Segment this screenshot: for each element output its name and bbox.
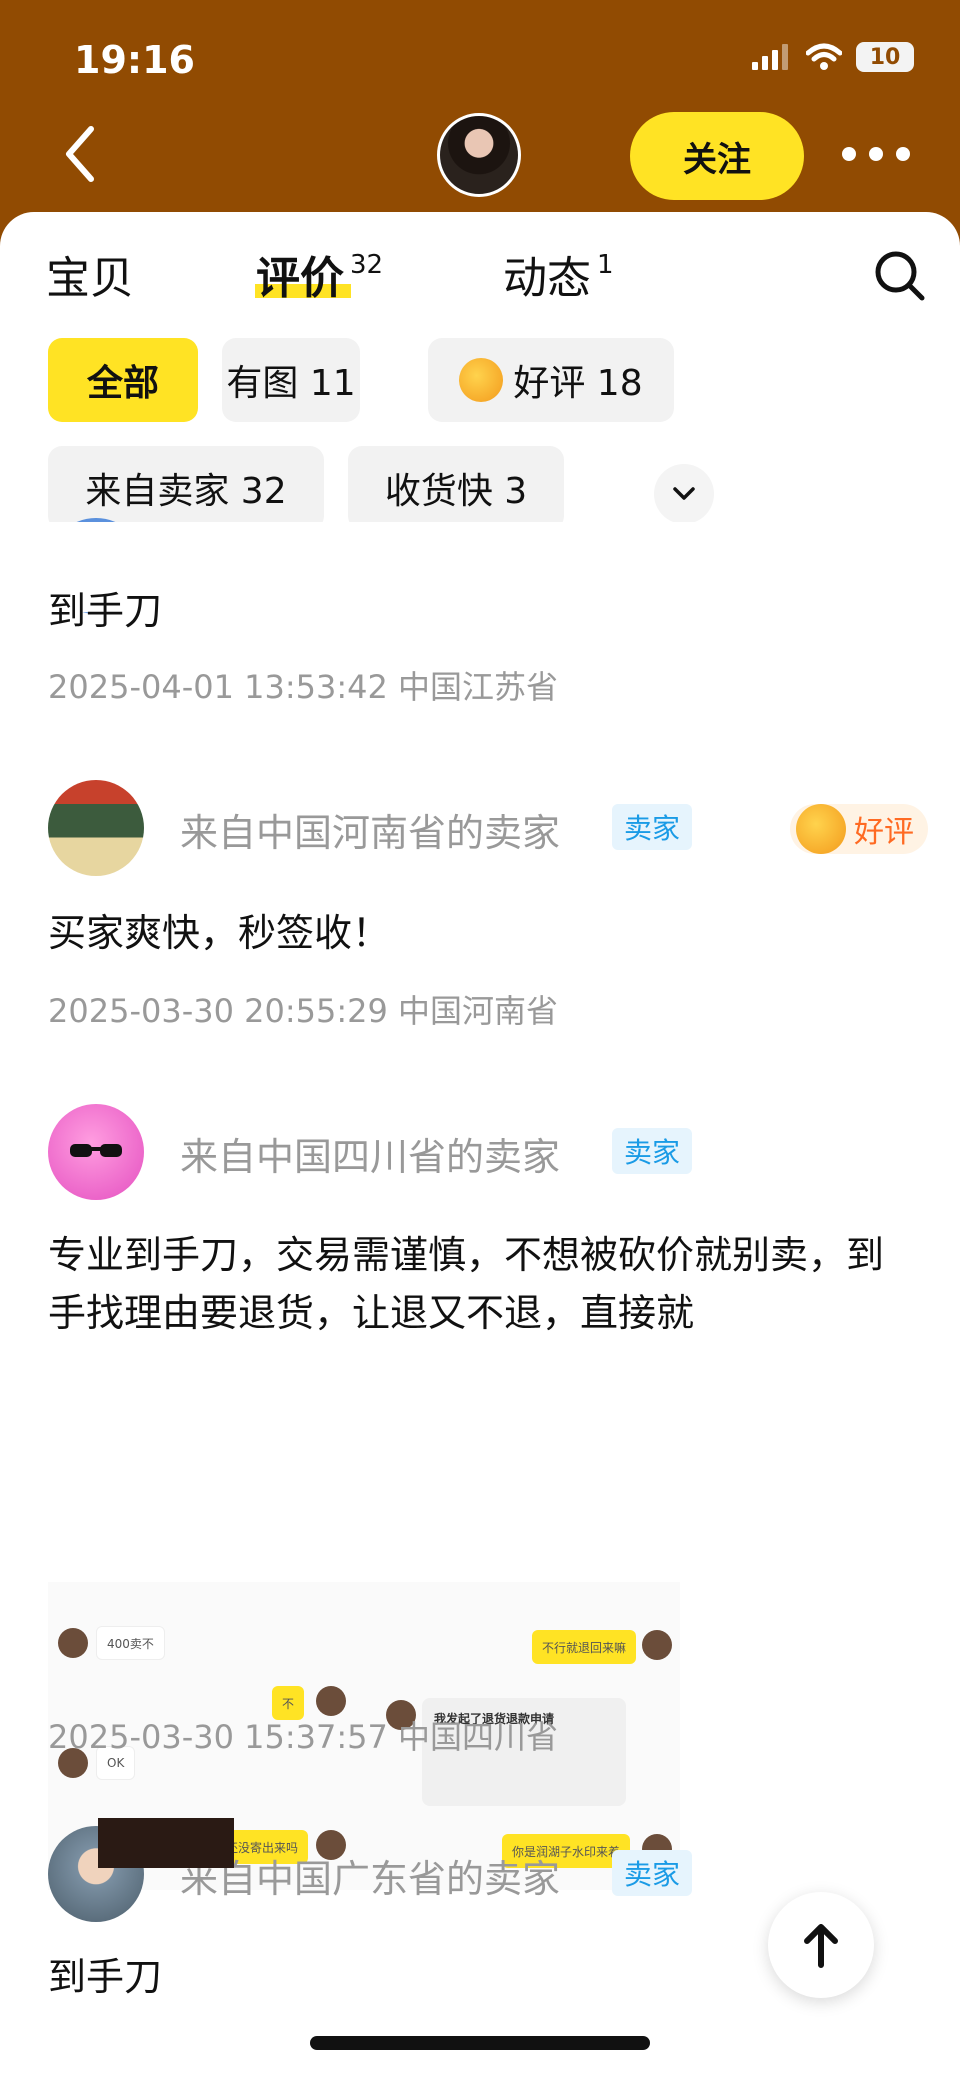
- review-text: 买家爽快，秒签收！: [48, 911, 391, 955]
- nav-bar: 关注: [0, 110, 960, 210]
- more-dot-icon: [842, 147, 856, 161]
- system-icons: 10: [752, 42, 914, 72]
- tab-label: 评价: [256, 253, 344, 304]
- review-meta: 2025-03-30 15:37:57 中国四川省: [48, 1718, 559, 1756]
- chat-avatar: [642, 1630, 672, 1660]
- filter-good[interactable]: 好评 18: [428, 338, 674, 422]
- search-icon: [875, 251, 925, 301]
- reviewer-name: 来自中国河南省的卖家: [180, 811, 561, 855]
- reviewer-row: 来自中国四川省的卖家 卖家: [48, 1104, 928, 1200]
- search-button[interactable]: [872, 248, 928, 304]
- home-indicator: [310, 2036, 650, 2050]
- reviewer-name: 来自中国四川省的卖家: [180, 1135, 561, 1179]
- review-text: 专业到手刀，交易需谨慎，不想被砍价就别卖，到手找理由要退货，让退又不退，直接就: [48, 1233, 885, 1335]
- sunglasses-icon: [70, 1144, 122, 1157]
- chevron-down-icon: [673, 487, 695, 500]
- good-rating-tag: 好评: [790, 804, 928, 854]
- reviewer-row: 来自中国河南省的卖家 卖家 好评: [48, 780, 928, 876]
- reviewer-avatar[interactable]: [48, 1104, 144, 1200]
- good-face-icon: [459, 358, 504, 402]
- more-options-button[interactable]: [842, 136, 910, 172]
- review-meta: 2025-04-01 13:53:42 中国江苏省: [48, 668, 559, 706]
- battery-indicator: 10: [856, 42, 914, 72]
- tab-posts[interactable]: 动态 1: [503, 242, 614, 306]
- status-bar: 19:16 10: [0, 0, 960, 110]
- chevron-left-icon: [66, 126, 94, 182]
- back-button[interactable]: [50, 124, 110, 184]
- reviewer-name: 来自中国广东省的卖家: [180, 1857, 561, 1901]
- good-face-icon: [796, 804, 846, 854]
- tab-count: 32: [350, 250, 384, 280]
- filter-good-label: 好评 18: [513, 363, 643, 404]
- chat-avatar: [58, 1628, 88, 1658]
- review-text: 到手刀: [48, 589, 163, 633]
- filter-with-image[interactable]: 有图 11: [222, 338, 360, 422]
- rating-label: 好评: [854, 815, 914, 850]
- chat-bubble: 400卖不: [96, 1626, 165, 1660]
- review-meta: 2025-03-30 20:55:29 中国河南省: [48, 992, 559, 1030]
- arrow-up-icon: [804, 1924, 838, 1968]
- review-image-thumbnail[interactable]: [98, 1818, 234, 1868]
- wifi-icon: [806, 43, 842, 70]
- follow-button[interactable]: 关注: [630, 112, 804, 200]
- tab-label: 宝贝: [46, 253, 134, 304]
- chat-bubble: 不行就退回来嘛: [532, 1630, 637, 1664]
- content-sheet: 宝贝 评价 32 动态 1 全部 有图 11 好评 18 来自卖家 32 收货快 3: [0, 212, 960, 2079]
- seller-badge: 卖家: [612, 1850, 693, 1896]
- tab-label: 动态: [503, 253, 591, 304]
- tab-items[interactable]: 宝贝: [46, 242, 134, 306]
- seller-badge: 卖家: [612, 804, 693, 850]
- more-dot-icon: [869, 147, 883, 161]
- filter-all[interactable]: 全部: [48, 338, 198, 422]
- reviewer-avatar[interactable]: [48, 780, 144, 876]
- expand-filters-button[interactable]: [654, 464, 714, 524]
- more-dot-icon: [896, 147, 910, 161]
- seller-avatar[interactable]: [437, 113, 521, 197]
- status-time: 19:16: [74, 38, 195, 82]
- scroll-to-top-button[interactable]: [768, 1892, 874, 1998]
- filter-fast-delivery[interactable]: 收货快 3: [348, 446, 564, 530]
- signal-icon: [752, 44, 788, 70]
- tab-count: 1: [597, 250, 614, 280]
- seller-badge: 卖家: [612, 1128, 693, 1174]
- tab-reviews[interactable]: 评价 32: [256, 242, 383, 306]
- tab-bar: 宝贝 评价 32 动态 1: [0, 212, 960, 322]
